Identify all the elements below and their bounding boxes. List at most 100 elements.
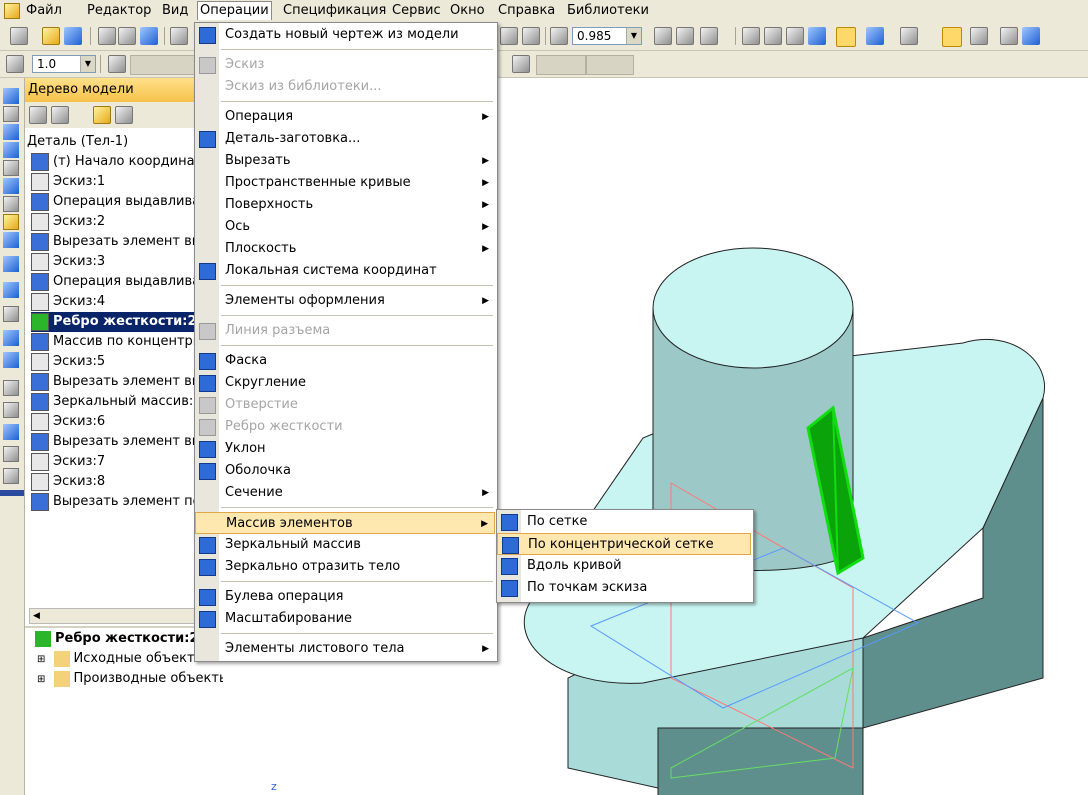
menu-item-operations-9[interactable]: Ось ▶ [195, 216, 495, 238]
submenu-item-pattern-2[interactable]: По концентрической сетке [497, 533, 751, 555]
tree-item[interactable]: Эскиз:6 [31, 412, 105, 432]
submenu-item-pattern-1[interactable]: По сетке [497, 511, 751, 533]
tree-sort-icon[interactable] [29, 106, 47, 124]
reports-icon[interactable] [3, 214, 19, 230]
menu-7[interactable]: Окно [448, 2, 487, 20]
specification-icon[interactable] [1000, 27, 1018, 45]
chevron-down-icon[interactable]: ▼ [80, 56, 95, 72]
menu-item-operations-20[interactable]: Сечение ▶ [195, 482, 495, 504]
tree-item[interactable]: Эскиз:3 [31, 252, 105, 272]
print-icon[interactable] [98, 27, 116, 45]
library-icon[interactable] [970, 27, 988, 45]
zoom-icon[interactable] [522, 27, 540, 45]
tree-item[interactable]: Эскиз:8 [31, 472, 105, 492]
menu-item-operations-15[interactable]: Скругление [195, 372, 495, 394]
menu-item-operations-22[interactable]: Зеркальный массив [195, 534, 495, 556]
menu-item-operations-26[interactable]: Элементы листового тела ▶ [195, 638, 495, 660]
menu-item-operations-19[interactable]: Оболочка [195, 460, 495, 482]
hidden-thin-icon[interactable] [786, 27, 804, 45]
measure-2d-icon[interactable] [3, 468, 19, 484]
coordinate-field-y[interactable] [586, 55, 634, 75]
panel-expander[interactable] [0, 490, 24, 496]
layer-icon[interactable] [108, 55, 126, 73]
save-icon[interactable] [64, 27, 82, 45]
menu-item-operations-13[interactable]: Линия разъема [195, 320, 495, 342]
menu-1[interactable]: Файл [24, 2, 64, 20]
aux-geometry-icon[interactable] [3, 142, 19, 158]
selection-icon[interactable] [3, 380, 19, 396]
tree-order-icon[interactable] [115, 106, 133, 124]
tree-item[interactable]: Эскиз:7 [31, 452, 105, 472]
step-combo[interactable]: 1.0 ▼ [32, 55, 96, 73]
sheet-metal-icon[interactable] [3, 256, 19, 272]
menu-4[interactable]: Операции [197, 1, 272, 20]
elements-icon[interactable] [3, 232, 19, 248]
tree-horizontal-scrollbar[interactable]: ◀ ▶ [29, 608, 219, 624]
zoom-window-icon[interactable] [500, 27, 518, 45]
perspective-icon[interactable] [866, 27, 884, 45]
halftone-icon[interactable] [808, 27, 826, 45]
rotate-icon[interactable] [676, 27, 694, 45]
coordinate-icon[interactable] [512, 55, 530, 73]
detail-title-row[interactable]: Ребро жесткости:2 [35, 629, 199, 649]
menu-6[interactable]: Сервис [390, 2, 443, 20]
menu-8[interactable]: Справка [496, 2, 557, 20]
expand-icon[interactable]: ⊞ [37, 654, 45, 665]
scroll-left-icon[interactable]: ◀ [33, 609, 40, 623]
submenu-item-pattern-4[interactable]: По точкам эскиза [497, 577, 751, 599]
expand-icon[interactable]: ⊞ [37, 674, 45, 685]
menu-item-operations-21[interactable]: Массив элементов ▶ [195, 512, 495, 534]
menu-item-operations-14[interactable]: Фаска [195, 350, 495, 372]
specification-tb-icon[interactable] [3, 196, 19, 212]
menu-item-operations-1[interactable]: Создать новый чертеж из модели [195, 24, 495, 46]
variables-icon[interactable] [1022, 27, 1040, 45]
tree-structure-icon[interactable] [93, 106, 111, 124]
geometry-icon[interactable] [3, 402, 19, 418]
space-curves-icon[interactable] [3, 106, 19, 122]
menu-3[interactable]: Вид [160, 2, 190, 20]
step-icon[interactable] [6, 55, 24, 73]
filter-icon[interactable] [900, 27, 918, 45]
tree-item[interactable]: Эскиз:4 [31, 292, 105, 312]
detail-item-source[interactable]: ⊞ Исходные объекты [37, 649, 205, 669]
tree-item[interactable]: Эскиз:2 [31, 212, 105, 232]
hidden-lines-icon[interactable] [764, 27, 782, 45]
menu-2[interactable]: Редактор [85, 2, 153, 20]
menu-item-operations-25[interactable]: Масштабирование [195, 608, 495, 630]
zoom-combo[interactable]: 0.985 ▼ [572, 27, 642, 45]
pan-icon[interactable] [654, 27, 672, 45]
tree-item[interactable]: Деталь (Тел-1) [27, 132, 128, 152]
menu-item-operations-10[interactable]: Плоскость ▶ [195, 238, 495, 260]
submenu-item-pattern-3[interactable]: Вдоль кривой [497, 555, 751, 577]
menu-item-operations-4[interactable]: Операция ▶ [195, 106, 495, 128]
print-preview-icon[interactable] [118, 27, 136, 45]
menu-item-operations-24[interactable]: Булева операция [195, 586, 495, 608]
menu-5[interactable]: Спецификация [281, 2, 388, 20]
layer-field[interactable] [130, 55, 198, 75]
new-icon[interactable] [10, 27, 28, 45]
editing-icon[interactable] [3, 424, 19, 440]
menu-item-operations-16[interactable]: Отверстие [195, 394, 495, 416]
params-icon[interactable] [3, 446, 19, 462]
zoom-scale-icon[interactable] [550, 27, 568, 45]
menu-item-operations-8[interactable]: Поверхность ▶ [195, 194, 495, 216]
constraints-icon[interactable] [3, 352, 19, 368]
parametrization-icon[interactable] [3, 330, 19, 346]
tree-item[interactable]: Ребро жесткости:2 [31, 312, 197, 332]
tree-item[interactable]: Зеркальный массив:1 [31, 392, 202, 412]
edit-part-icon[interactable] [3, 88, 19, 104]
menu-item-operations-2[interactable]: Эскиз [195, 54, 495, 76]
snap-icon[interactable] [942, 27, 962, 47]
menu-item-operations-7[interactable]: Пространственные кривые ▶ [195, 172, 495, 194]
menu-item-operations-23[interactable]: Зеркально отразить тело [195, 556, 495, 578]
surfaces-icon[interactable] [3, 124, 19, 140]
menu-item-operations-12[interactable]: Элементы оформления ▶ [195, 290, 495, 312]
menu-item-operations-17[interactable]: Ребро жесткости [195, 416, 495, 438]
orientation-icon[interactable] [700, 27, 718, 45]
tree-item[interactable]: (т) Начало координат [31, 152, 202, 172]
menu-item-operations-3[interactable]: Эскиз из библиотеки... [195, 76, 495, 98]
menu-item-operations-5[interactable]: Деталь-заготовка... [195, 128, 495, 150]
chevron-down-icon[interactable]: ▼ [626, 28, 641, 44]
properties-icon[interactable] [140, 27, 158, 45]
detail-item-derived[interactable]: ⊞ Производные объекты [37, 669, 229, 689]
